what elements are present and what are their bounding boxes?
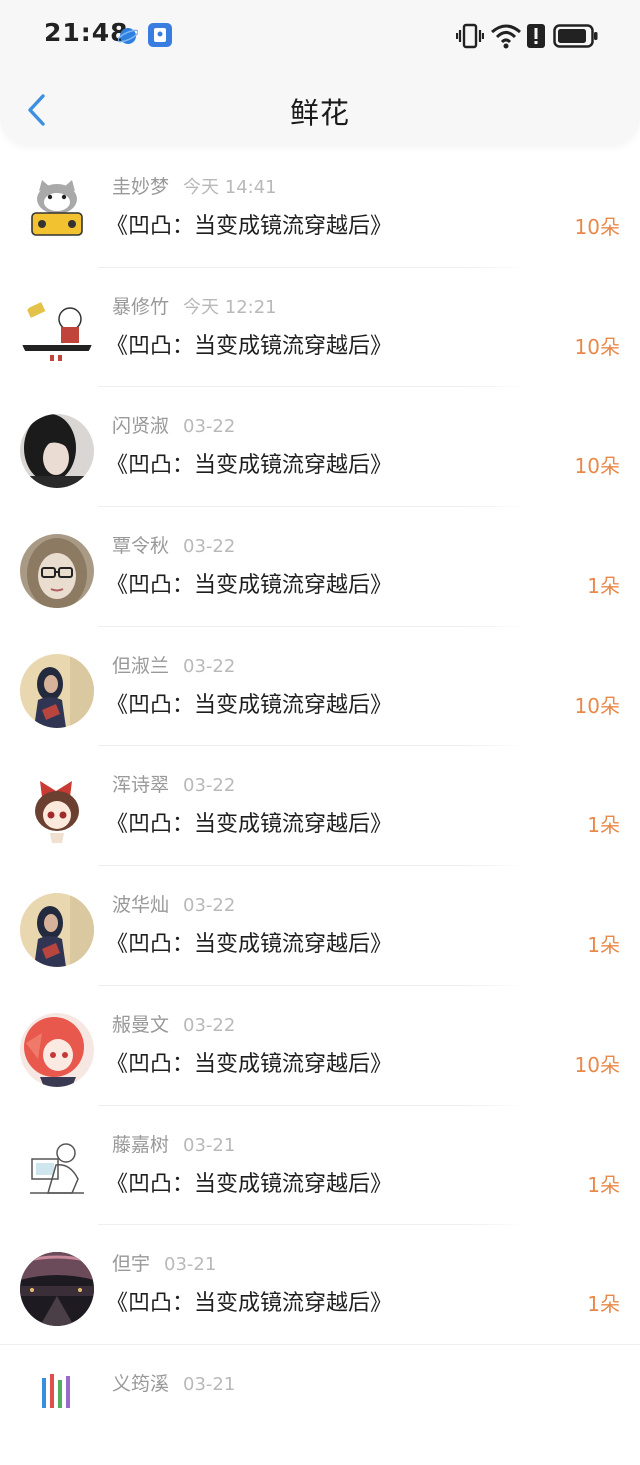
book-title[interactable]: 《凹凸：当变成镜流穿越后》 <box>106 926 392 958</box>
book-title[interactable]: 《凹凸：当变成镜流穿越后》 <box>106 1285 392 1317</box>
status-bar: 21:48 <box>0 0 640 70</box>
item-time: 03-21 <box>183 1134 236 1156</box>
nav-bar: 鲜花 <box>0 76 640 146</box>
user-name[interactable]: 覃令秋 <box>112 535 169 557</box>
item-time: 03-21 <box>183 1373 236 1395</box>
girl-photo-avatar[interactable] <box>20 653 94 728</box>
meme-avatar[interactable] <box>20 294 94 369</box>
item-time: 今天 14:41 <box>183 177 277 198</box>
item-user-line: 闪贤淑 03-22 <box>112 411 235 438</box>
item-user-line: 圭妙梦 今天 14:41 <box>112 172 277 199</box>
browser-icon <box>118 28 138 44</box>
list-item[interactable]: 浑诗翠 03-22 《凹凸：当变成镜流穿越后》 1朵 <box>0 746 640 867</box>
flower-count: 10朵 <box>574 454 620 479</box>
alert-icon <box>527 24 545 48</box>
list-item[interactable]: 赧曼文 03-22 《凹凸：当变成镜流穿越后》 10朵 <box>0 986 640 1106</box>
sketch-avatar[interactable] <box>20 1132 94 1207</box>
list-item[interactable]: 但淑兰 03-22 《凹凸：当变成镜流穿越后》 10朵 <box>0 627 640 747</box>
user-name[interactable]: 赧曼文 <box>112 1014 169 1036</box>
item-user-line: 浑诗翠 03-22 <box>112 770 235 797</box>
page-title: 鲜花 <box>289 96 350 130</box>
item-user-line: 暴修竹 今天 12:21 <box>112 292 277 319</box>
shield-app-icon <box>148 23 172 47</box>
user-name[interactable]: 藤嘉树 <box>112 1134 169 1156</box>
flower-count: 1朵 <box>587 1172 620 1197</box>
list-item[interactable]: 圭妙梦 今天 14:41 《凹凸：当变成镜流穿越后》 10朵 <box>0 148 640 268</box>
user-name[interactable]: 但淑兰 <box>112 655 169 677</box>
book-title[interactable]: 《凹凸：当变成镜流穿越后》 <box>106 208 392 240</box>
list-item[interactable]: 义筠溪 03-21 <box>0 1345 640 1465</box>
book-title[interactable]: 《凹凸：当变成镜流穿越后》 <box>106 806 392 838</box>
book-title[interactable]: 《凹凸：当变成镜流穿越后》 <box>106 1166 392 1198</box>
flower-count: 10朵 <box>574 693 620 718</box>
flower-count: 1朵 <box>587 933 620 958</box>
cartoon-cat-avatar[interactable] <box>20 175 94 249</box>
flower-count: 1朵 <box>587 813 620 838</box>
item-user-line: 但宇 03-21 <box>112 1249 216 1276</box>
user-name[interactable]: 闪贤淑 <box>112 415 169 437</box>
user-name[interactable]: 义筠溪 <box>112 1373 169 1395</box>
user-name[interactable]: 暴修竹 <box>112 296 169 318</box>
item-time: 03-22 <box>183 895 236 917</box>
girl-photo-avatar[interactable] <box>20 893 94 968</box>
user-name[interactable]: 浑诗翠 <box>112 774 169 796</box>
user-name[interactable]: 圭妙梦 <box>112 176 169 198</box>
vibrate-icon <box>456 23 484 49</box>
item-user-line: 义筠溪 03-21 <box>112 1369 235 1396</box>
flower-count: 10朵 <box>574 1052 620 1077</box>
flower-list: 圭妙梦 今天 14:41 《凹凸：当变成镜流穿越后》 10朵 暴修竹 今天 12:2… <box>0 148 640 1465</box>
item-time: 03-22 <box>183 775 236 797</box>
list-item[interactable]: 暴修竹 今天 12:21 《凹凸：当变成镜流穿越后》 10朵 <box>0 268 640 388</box>
night-city-avatar[interactable] <box>20 1252 94 1327</box>
item-user-line: 藤嘉树 03-21 <box>112 1130 235 1157</box>
pencils-avatar[interactable] <box>20 1371 94 1446</box>
flower-count: 1朵 <box>587 574 620 599</box>
item-user-line: 波华灿 03-22 <box>112 890 235 917</box>
flower-count: 10朵 <box>574 334 620 359</box>
book-title[interactable]: 《凹凸：当变成镜流穿越后》 <box>106 328 392 360</box>
status-time: 21:48 <box>44 18 129 47</box>
item-user-line: 赧曼文 03-22 <box>112 1010 235 1037</box>
app-header: 21:48 鲜花 <box>0 0 640 145</box>
list-item[interactable]: 波华灿 03-22 《凹凸：当变成镜流穿越后》 1朵 <box>0 866 640 986</box>
list-item[interactable]: 但宇 03-21 《凹凸：当变成镜流穿越后》 1朵 <box>0 1225 640 1345</box>
anime-pink-hair-avatar[interactable] <box>20 1012 94 1087</box>
list-item[interactable]: 覃令秋 03-22 《凹凸：当变成镜流穿越后》 1朵 <box>0 507 640 627</box>
item-user-line: 覃令秋 03-22 <box>112 531 235 558</box>
list-item[interactable]: 藤嘉树 03-21 《凹凸：当变成镜流穿越后》 1朵 <box>0 1106 640 1226</box>
list-item[interactable]: 闪贤淑 03-22 《凹凸：当变成镜流穿越后》 10朵 <box>0 387 640 508</box>
item-time: 03-21 <box>164 1254 217 1276</box>
item-time: 03-22 <box>183 416 236 438</box>
battery-icon <box>553 24 598 48</box>
item-user-line: 但淑兰 03-22 <box>112 651 235 678</box>
anime-red-bow-avatar[interactable] <box>20 773 94 848</box>
book-title[interactable]: 《凹凸：当变成镜流穿越后》 <box>106 687 392 719</box>
doll-glasses-avatar[interactable] <box>20 534 94 609</box>
item-time: 03-22 <box>183 655 236 677</box>
item-time: 今天 12:21 <box>183 296 277 318</box>
user-name[interactable]: 但宇 <box>112 1253 150 1275</box>
user-name[interactable]: 波华灿 <box>112 894 169 916</box>
flower-count: 10朵 <box>574 215 620 239</box>
item-time: 03-22 <box>183 536 236 558</box>
book-title[interactable]: 《凹凸：当变成镜流穿越后》 <box>106 567 392 599</box>
flower-count: 1朵 <box>587 1292 620 1317</box>
dark-hair-avatar[interactable] <box>20 414 94 489</box>
item-time: 03-22 <box>183 1014 236 1036</box>
book-title[interactable]: 《凹凸：当变成镜流穿越后》 <box>106 1046 392 1078</box>
wifi-icon <box>491 24 521 49</box>
book-title[interactable]: 《凹凸：当变成镜流穿越后》 <box>106 447 392 479</box>
